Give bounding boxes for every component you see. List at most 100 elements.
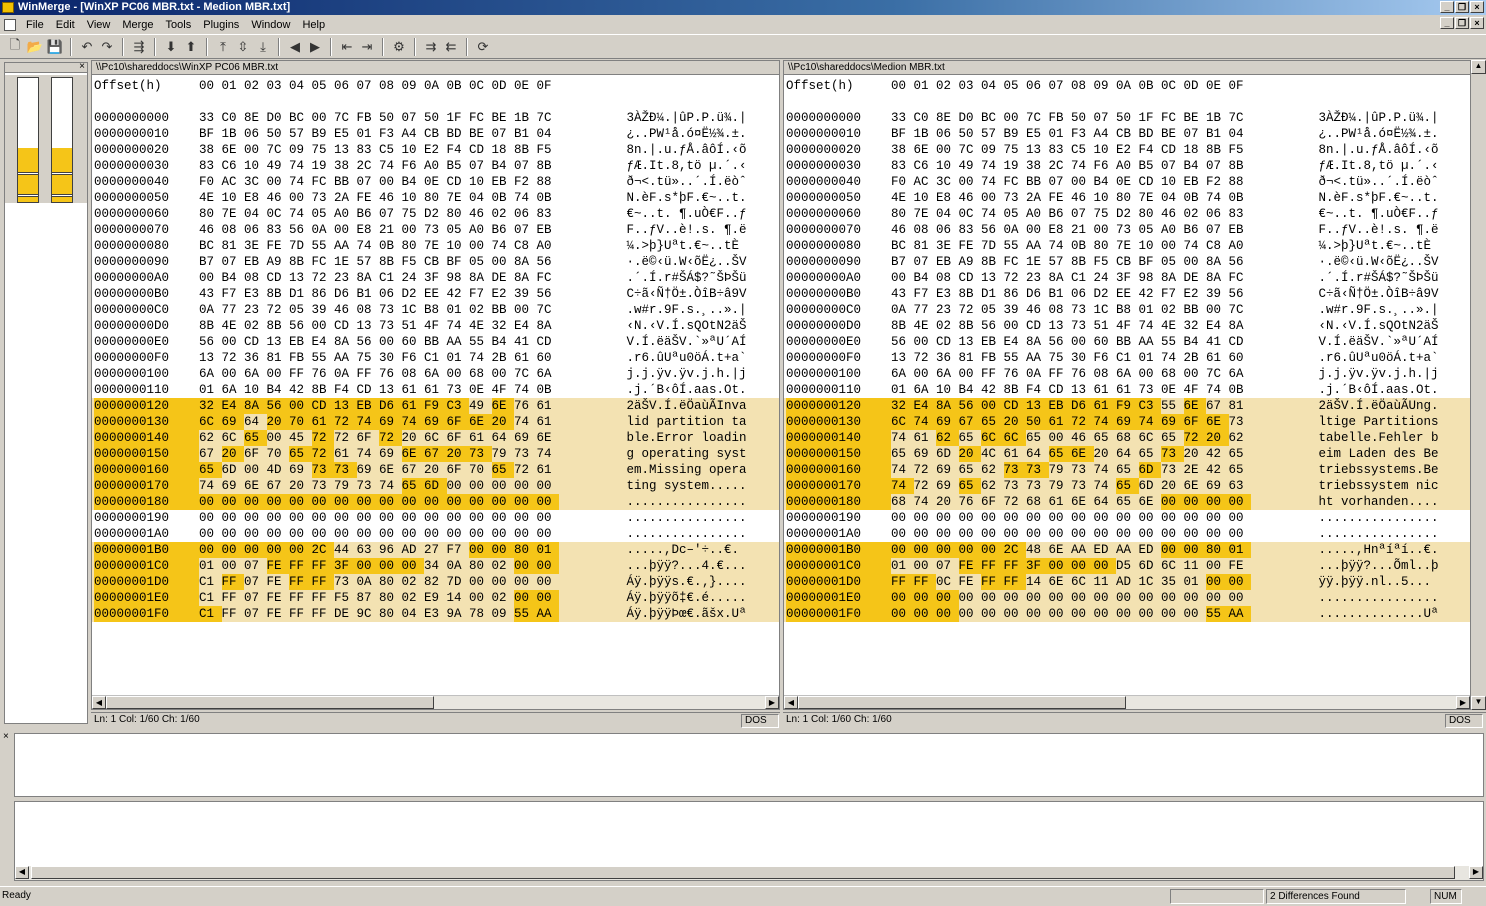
scroll-right-icon[interactable]: ▶ bbox=[765, 696, 779, 709]
current-diff-icon[interactable]: ⇳ bbox=[234, 38, 252, 56]
scroll-left-icon[interactable]: ◀ bbox=[15, 866, 29, 879]
hex-byte: 57 bbox=[981, 127, 997, 141]
hex-byte: 00 bbox=[469, 494, 492, 510]
close-icon[interactable]: × bbox=[79, 61, 85, 72]
hex-byte: 65 bbox=[1093, 431, 1109, 445]
next-diff-icon[interactable]: ⬇ bbox=[162, 38, 180, 56]
hex-row: 0000000140 62 6C 65 00 45 72 72 6F 72 20 6C 6F 61 64 69… bbox=[92, 430, 779, 446]
scroll-left-icon[interactable]: ◀ bbox=[92, 696, 106, 709]
hex-byte: 8E bbox=[936, 111, 952, 125]
status-diff-count: 2 Differences Found bbox=[1266, 889, 1406, 904]
scroll-right-icon[interactable]: ▶ bbox=[1456, 696, 1470, 709]
menu-help[interactable]: Help bbox=[296, 19, 331, 31]
hex-row: 0000000060 80 7E 04 0C 74 05 A0 B6 07 75 D2 80 46 02 06… bbox=[784, 206, 1470, 222]
prev-diff-icon[interactable]: ⬆ bbox=[182, 38, 200, 56]
undo-icon[interactable]: ↶ bbox=[78, 38, 96, 56]
copy-all-right-icon[interactable]: ⇥ bbox=[358, 38, 376, 56]
ascii-text: 8n.|.u.ƒÅ.âôÍ.‹õ bbox=[1318, 143, 1439, 157]
select-all-diffs-icon[interactable]: ⇶ bbox=[130, 38, 148, 56]
hex-byte: 69 bbox=[1161, 414, 1184, 430]
location-bar-right[interactable] bbox=[51, 77, 73, 203]
hex-byte: 41 bbox=[1206, 335, 1222, 349]
vertical-scrollbar[interactable]: ▲ ▼ bbox=[1471, 60, 1486, 710]
copy-right-icon[interactable]: ▶ bbox=[306, 38, 324, 56]
hex-byte: C1 bbox=[1071, 271, 1087, 285]
close-button[interactable]: × bbox=[1470, 1, 1484, 13]
menu-merge[interactable]: Merge bbox=[116, 19, 159, 31]
new-icon[interactable]: 🗋 bbox=[6, 37, 24, 56]
hex-byte: CB bbox=[424, 127, 440, 141]
menu-edit[interactable]: Edit bbox=[50, 19, 81, 31]
menu-plugins[interactable]: Plugins bbox=[197, 19, 245, 31]
right-horizontal-scrollbar[interactable]: ◀ ▶ bbox=[784, 695, 1470, 709]
hex-byte: 88 bbox=[536, 175, 552, 189]
right-hex-view[interactable]: Offset(h) 00 01 02 03 04 05 06 07 08 09 0… bbox=[784, 76, 1470, 695]
restore-button[interactable]: ❐ bbox=[1455, 1, 1469, 13]
copy-left-advance-icon[interactable]: ⇇ bbox=[442, 38, 460, 56]
hex-byte: CD bbox=[1138, 175, 1154, 189]
document-icon[interactable] bbox=[4, 18, 16, 31]
right-file-pane[interactable]: \\Pc10\shareddocs\Medion MBR.txt Offset(… bbox=[783, 60, 1471, 710]
refresh-icon[interactable]: ⟳ bbox=[474, 38, 492, 56]
doc-close-button[interactable]: × bbox=[1470, 17, 1484, 29]
status-empty-segment bbox=[1170, 889, 1264, 904]
ascii-text: ht vorhanden.... bbox=[1318, 495, 1439, 509]
location-bar-left[interactable] bbox=[17, 77, 39, 203]
hex-byte: FC bbox=[1003, 175, 1019, 189]
options-icon[interactable]: ⚙ bbox=[390, 38, 408, 56]
diff-detail-scrollbar[interactable]: ◀ ▶ bbox=[15, 866, 1483, 880]
hex-byte: A9 bbox=[958, 255, 974, 269]
scroll-thumb[interactable] bbox=[106, 696, 434, 709]
toolbar-separator bbox=[382, 37, 384, 56]
hex-byte: 73 bbox=[1161, 446, 1184, 462]
hex-byte: 38 bbox=[199, 143, 215, 157]
scroll-thumb[interactable] bbox=[31, 866, 1455, 879]
hex-byte: 73 bbox=[446, 383, 462, 397]
hex-byte: 00 bbox=[913, 606, 936, 622]
hex-byte: 00 bbox=[1206, 527, 1222, 541]
left-hex-view[interactable]: Offset(h) 00 01 02 03 04 05 06 07 08 09 0… bbox=[92, 76, 779, 695]
doc-minimize-button[interactable]: _ bbox=[1440, 17, 1454, 29]
minimize-button[interactable]: _ bbox=[1440, 1, 1454, 13]
last-diff-icon[interactable]: ⤓ bbox=[254, 38, 272, 56]
diff-detail-right[interactable]: ◀ ▶ bbox=[14, 801, 1484, 881]
row-offset: 00000001C0 bbox=[786, 558, 892, 574]
location-marker bbox=[18, 194, 38, 197]
hex-byte: 23 bbox=[334, 271, 350, 285]
hex-byte: 00 bbox=[266, 511, 282, 525]
left-horizontal-scrollbar[interactable]: ◀ ▶ bbox=[92, 695, 779, 709]
hex-byte: 07 bbox=[379, 207, 395, 221]
left-file-pane[interactable]: \\Pc10\shareddocs\WinXP PC06 MBR.txt Off… bbox=[91, 60, 780, 710]
scroll-right-icon[interactable]: ▶ bbox=[1469, 866, 1483, 879]
scroll-down-icon[interactable]: ▼ bbox=[1471, 696, 1486, 710]
hex-byte: 0A bbox=[1003, 223, 1019, 237]
scroll-left-icon[interactable]: ◀ bbox=[784, 696, 798, 709]
hex-byte: 73 bbox=[1003, 479, 1019, 493]
copy-right-advance-icon[interactable]: ⇉ bbox=[422, 38, 440, 56]
hex-byte: B1 bbox=[514, 127, 530, 141]
open-icon[interactable]: 📂 bbox=[26, 38, 44, 56]
save-icon[interactable]: 💾 bbox=[46, 38, 64, 56]
ascii-text: ÿÿ.þÿÿ.nl.­.5... bbox=[1318, 575, 1432, 589]
hex-byte: 65 bbox=[1228, 463, 1244, 477]
redo-icon[interactable]: ↷ bbox=[98, 38, 116, 56]
menu-tools[interactable]: Tools bbox=[160, 19, 198, 31]
hex-byte: DE bbox=[334, 607, 350, 621]
hex-byte: 4E bbox=[913, 319, 929, 333]
menu-file[interactable]: File bbox=[20, 19, 50, 31]
menu-view[interactable]: View bbox=[81, 19, 117, 31]
diff-detail-left[interactable] bbox=[14, 733, 1484, 797]
doc-restore-button[interactable]: ❐ bbox=[1455, 17, 1469, 29]
first-diff-icon[interactable]: ⤒ bbox=[214, 38, 232, 56]
scroll-up-icon[interactable]: ▲ bbox=[1471, 60, 1486, 74]
hex-byte: 6A bbox=[536, 367, 552, 381]
hex-byte: 4C bbox=[981, 447, 997, 461]
scroll-thumb[interactable] bbox=[798, 696, 1126, 709]
hex-byte: E4 bbox=[1003, 335, 1019, 349]
copy-left-icon[interactable]: ◀ bbox=[286, 38, 304, 56]
close-icon[interactable]: × bbox=[3, 731, 9, 742]
hex-byte: 00 bbox=[356, 527, 372, 541]
copy-all-left-icon[interactable]: ⇤ bbox=[338, 38, 356, 56]
menu-window[interactable]: Window bbox=[245, 19, 296, 31]
hex-byte: 77 bbox=[221, 303, 237, 317]
